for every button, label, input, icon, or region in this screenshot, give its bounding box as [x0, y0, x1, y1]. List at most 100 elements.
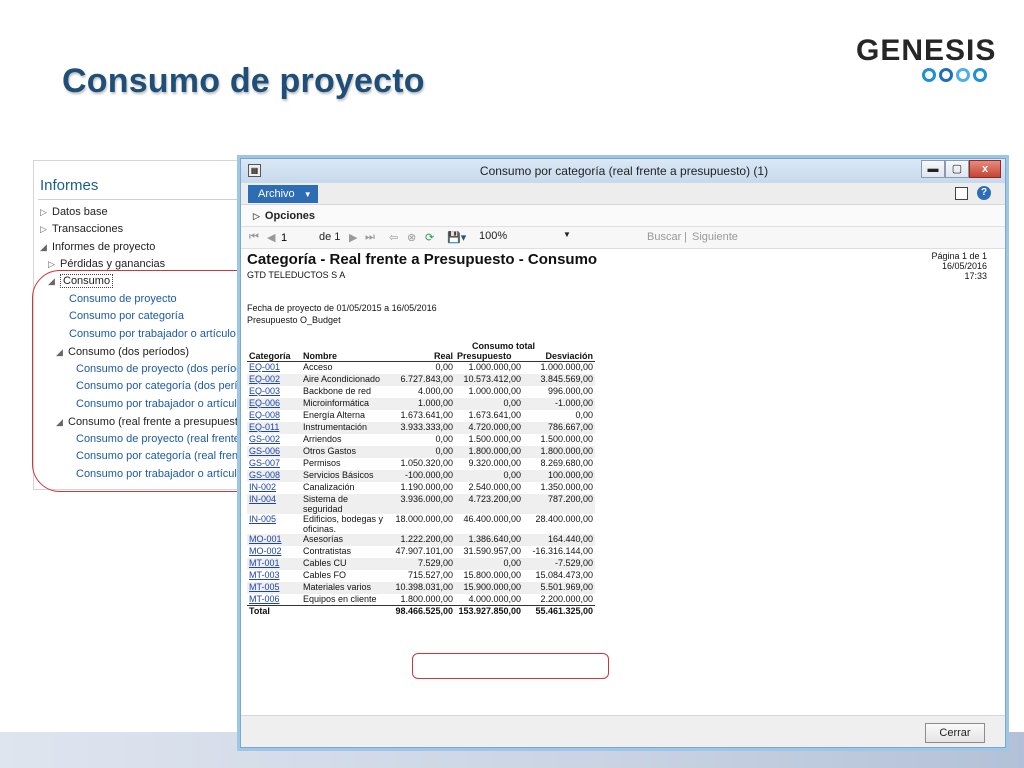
toolbar-divider: | — [684, 231, 687, 243]
real-value: 3.936.000,00 — [387, 493, 455, 514]
budget-value: 10.573.412,00 — [455, 373, 523, 386]
zoom-select[interactable]: 100% ▼ — [479, 230, 575, 246]
last-page-icon[interactable]: ⏭ — [365, 231, 375, 244]
real-value: 1.050.320,00 — [400, 457, 453, 468]
category-code-link[interactable]: IN-005 — [249, 514, 276, 524]
category-code-link[interactable]: MT-006 — [249, 594, 280, 604]
category-code-link[interactable]: EQ-008 — [249, 410, 280, 420]
category-code-link[interactable]: EQ-003 — [249, 386, 280, 396]
table-row: GS-008 Servicios Básicos -100.000,00 0,00 10… — [247, 469, 595, 482]
deviation-value: 1.350.000,00 — [540, 481, 593, 492]
category-code-link[interactable]: MT-001 — [249, 558, 280, 568]
back-icon[interactable]: ⇦ — [389, 231, 398, 244]
deviation-value: -7.529,00 — [523, 557, 595, 570]
archivo-menu-button[interactable]: Archivo ▼ — [248, 185, 318, 203]
real-value: 0,00 — [435, 362, 453, 372]
real-value: 1.222.200,00 — [387, 533, 455, 546]
deviation-value: 996.000,00 — [547, 385, 593, 396]
category-name: Backbone de red — [303, 385, 372, 396]
budget-value: 9.320.000,00 — [468, 457, 521, 468]
category-code-link[interactable]: MO-001 — [249, 534, 282, 544]
collapse-arrow-icon[interactable]: ◢ — [40, 242, 52, 253]
table-row: GS-007 Permisos 1.050.320,00 9.320.000,00 8.… — [247, 458, 595, 470]
category-code-link[interactable]: EQ-011 — [249, 422, 279, 432]
page-info: Página 1 de 1 — [931, 251, 987, 261]
report-project-dates: Fecha de proyecto de 01/05/2015 a 16/05/… — [247, 303, 437, 313]
table-row: GS-006 Otros Gastos 0,00 1.800.000,00 1.800.… — [247, 445, 595, 458]
category-code-link[interactable]: IN-004 — [249, 494, 276, 504]
help-icon[interactable]: ? — [977, 186, 991, 200]
report-table: Consumo total Categoría Nombre Real Pres… — [247, 341, 595, 616]
table-row: IN-004 Sistema de seguridad 3.936.000,00 4.… — [247, 493, 595, 514]
category-name: Aire Acondicionado — [301, 373, 387, 386]
category-code-link[interactable]: MO-002 — [249, 546, 282, 556]
category-name: Cables FO — [303, 569, 347, 580]
budget-value: 1.000.000,00 — [468, 385, 521, 396]
options-row[interactable]: ▷ Opciones — [241, 205, 1005, 227]
slide: Consumo de proyecto GENESIS Informes ▷ Da… — [0, 0, 1024, 768]
budget-value: 46.400.000,00 — [463, 513, 521, 524]
category-code-link[interactable]: EQ-002 — [249, 374, 280, 384]
deviation-value: 28.400.000,00 — [535, 513, 593, 524]
total-deviation: 55.461.325,00 — [523, 605, 595, 616]
report-viewer[interactable]: Categoría - Real frente a Presupuesto - … — [241, 249, 1005, 715]
category-code-link[interactable]: MT-005 — [249, 582, 280, 592]
budget-value: 1.500.000,00 — [468, 433, 521, 444]
nav-item-perdidas-ganancias[interactable]: ▷ Pérdidas y ganancias — [48, 258, 165, 270]
deviation-value: -1.000,00 — [523, 397, 595, 410]
deviation-value: 1.500.000,00 — [540, 433, 593, 444]
close-window-button[interactable]: x — [969, 160, 1001, 178]
expand-arrow-icon[interactable]: ▷ — [48, 259, 60, 270]
category-code-link[interactable]: GS-002 — [249, 434, 280, 444]
total-row: Total 98.466.525,00 153.927.850,00 55.46… — [247, 605, 595, 616]
expand-arrow-icon[interactable]: ▷ — [40, 207, 52, 218]
refresh-icon[interactable]: ⟳ — [425, 231, 434, 244]
stop-icon[interactable]: ⊗ — [407, 231, 416, 244]
category-code-link[interactable]: EQ-006 — [249, 398, 280, 408]
find-next-button[interactable]: Siguiente — [692, 231, 738, 243]
category-code-link[interactable]: EQ-001 — [249, 362, 280, 372]
total-real: 98.466.525,00 — [387, 605, 455, 616]
options-toggle[interactable]: ▷ Opciones — [253, 210, 315, 222]
category-name: Cables CU — [301, 557, 387, 570]
category-code-link[interactable]: MT-003 — [249, 570, 280, 580]
category-name: Permisos — [303, 457, 341, 468]
export-icon[interactable]: 💾▾ — [447, 231, 466, 244]
nav-item-informes-proyecto[interactable]: ◢ Informes de proyecto — [40, 241, 155, 253]
category-code-link[interactable]: GS-006 — [249, 446, 280, 456]
budget-value: 4.720.000,00 — [455, 421, 523, 434]
first-page-icon[interactable]: ⏮ — [249, 231, 259, 244]
prev-page-icon[interactable]: ◀ — [267, 231, 275, 244]
column-group-header: Consumo total — [472, 341, 535, 351]
options-label: Opciones — [264, 210, 316, 222]
nav-item-transacciones[interactable]: ▷ Transacciones — [40, 223, 123, 235]
ribbon: Archivo ▼ ? — [241, 183, 1005, 205]
nav-divider — [38, 199, 244, 200]
page-number-input[interactable] — [281, 230, 307, 245]
expand-arrow-icon[interactable]: ▷ — [40, 224, 52, 235]
find-button[interactable]: Buscar — [647, 231, 681, 243]
table-row: EQ-003 Backbone de red 4.000,00 1.000.000,0… — [247, 386, 595, 398]
genesis-logo: GENESIS — [856, 36, 995, 82]
window-title-bar[interactable]: ▦ Consumo por categoría (real frente a p… — [241, 159, 1005, 183]
deviation-value: 2.200.000,00 — [540, 593, 593, 604]
maximize-button[interactable]: ▢ — [945, 160, 969, 178]
next-page-icon[interactable]: ▶ — [349, 231, 357, 244]
report-company: GTD TELEDUCTOS S A — [247, 270, 346, 280]
real-value: 1.190.000,00 — [400, 481, 453, 492]
layout-icon[interactable] — [955, 187, 968, 200]
deviation-value: 8.269.680,00 — [540, 457, 593, 468]
nav-item-datos-base[interactable]: ▷ Datos base — [40, 206, 108, 218]
table-row: MT-006 Equipos en cliente 1.800.000,00 4.00… — [247, 594, 595, 606]
category-code-link[interactable]: GS-008 — [249, 470, 280, 480]
budget-value: 15.900.000,00 — [455, 581, 523, 594]
table-row: MO-002 Contratistas 47.907.101,00 31.590.95… — [247, 546, 595, 558]
window-title: Consumo por categoría (real frente a pre… — [479, 164, 769, 178]
table-row: MO-001 Asesorías 1.222.200,00 1.386.640,00 1… — [247, 533, 595, 546]
minimize-button[interactable]: ▬ — [921, 160, 945, 178]
category-name: Materiales varios — [301, 581, 387, 594]
report-body: EQ-001 Acceso 0,00 1.000.000,00 1.000.000,00… — [247, 362, 595, 606]
category-code-link[interactable]: GS-007 — [249, 458, 280, 468]
cerrar-button[interactable]: Cerrar — [925, 723, 985, 743]
category-code-link[interactable]: IN-002 — [249, 482, 276, 492]
